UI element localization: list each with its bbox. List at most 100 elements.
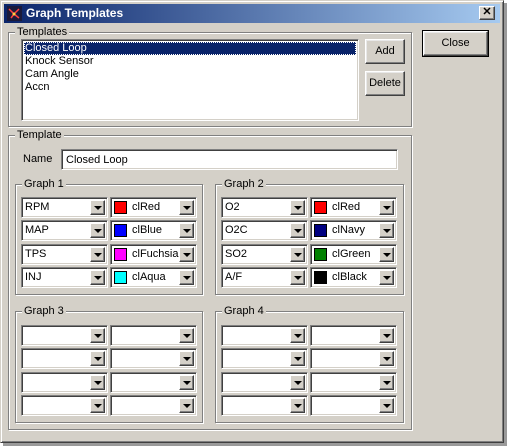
color-value: clBlack — [332, 271, 367, 283]
chevron-down-icon[interactable] — [90, 200, 105, 215]
graph-templates-dialog: Graph Templates ✕ Templates Closed Loop … — [0, 0, 504, 443]
param-value: INJ — [25, 271, 42, 283]
list-item[interactable]: Knock Sensor — [24, 55, 356, 68]
chevron-down-icon[interactable] — [290, 270, 305, 285]
graph-1-param-select[interactable]: RPM — [21, 197, 108, 218]
graph-3-color-select[interactable] — [110, 348, 197, 369]
param-value: A/F — [225, 271, 243, 283]
graph-3-param-select[interactable] — [21, 325, 108, 346]
chevron-down-icon[interactable] — [379, 328, 394, 343]
chevron-down-icon[interactable] — [379, 270, 394, 285]
graph-1-color-select[interactable]: clBlue — [110, 220, 197, 241]
graph-4-label: Graph 4 — [222, 304, 266, 318]
chevron-down-icon[interactable] — [90, 270, 105, 285]
color-swatch — [314, 248, 327, 261]
color-value: clFuchsia — [132, 248, 179, 260]
graph-1-label: Graph 1 — [22, 177, 66, 191]
list-item[interactable]: Closed Loop — [24, 42, 356, 55]
chevron-down-icon[interactable] — [90, 247, 105, 262]
color-swatch — [114, 201, 127, 214]
graph-3-color-select[interactable] — [110, 395, 197, 416]
chevron-down-icon[interactable] — [90, 328, 105, 343]
chevron-down-icon[interactable] — [90, 351, 105, 366]
chevron-down-icon[interactable] — [179, 375, 194, 390]
chevron-down-icon[interactable] — [379, 223, 394, 238]
graph-3-param-select[interactable] — [21, 395, 108, 416]
chevron-down-icon[interactable] — [290, 351, 305, 366]
chevron-down-icon[interactable] — [179, 270, 194, 285]
color-swatch — [314, 224, 327, 237]
chevron-down-icon[interactable] — [290, 200, 305, 215]
graph-3-color-select[interactable] — [110, 372, 197, 393]
graph-3-param-select[interactable] — [21, 348, 108, 369]
name-input-value: Closed Loop — [66, 154, 128, 166]
chevron-down-icon[interactable] — [90, 398, 105, 413]
chevron-down-icon[interactable] — [379, 375, 394, 390]
graph-1-color-select[interactable]: clAqua — [110, 267, 197, 288]
graph-1-param-select[interactable]: TPS — [21, 244, 108, 265]
graph-2-color-select[interactable]: clBlack — [310, 267, 397, 288]
close-button[interactable]: Close — [422, 30, 489, 57]
list-item[interactable]: Accn — [24, 81, 356, 94]
graph-4-color-select[interactable] — [310, 372, 397, 393]
name-input[interactable]: Closed Loop — [61, 149, 398, 170]
graph-1-param-select[interactable]: MAP — [21, 220, 108, 241]
chevron-down-icon[interactable] — [179, 351, 194, 366]
graph-2-color-select[interactable]: clNavy — [310, 220, 397, 241]
add-button-label: Add — [375, 45, 395, 57]
add-button[interactable]: Add — [365, 39, 405, 64]
delete-button[interactable]: Delete — [365, 71, 405, 96]
title-close-button[interactable]: ✕ — [479, 6, 495, 20]
chevron-down-icon[interactable] — [290, 247, 305, 262]
param-value: O2C — [225, 224, 248, 236]
color-swatch — [114, 271, 127, 284]
name-label: Name — [23, 153, 53, 165]
chevron-down-icon[interactable] — [379, 200, 394, 215]
templates-group-label: Templates — [15, 25, 70, 39]
delete-button-label: Delete — [369, 77, 401, 89]
graph-4-param-select[interactable] — [221, 395, 308, 416]
chevron-down-icon[interactable] — [90, 375, 105, 390]
color-value: clGreen — [332, 248, 371, 260]
graph-2-param-select[interactable]: A/F — [221, 267, 308, 288]
graph-1-color-select[interactable]: clFuchsia — [110, 244, 197, 265]
title-bar[interactable]: Graph Templates ✕ — [4, 4, 500, 23]
color-value: clRed — [132, 201, 161, 213]
graph-3-param-select[interactable] — [21, 372, 108, 393]
graph-2-param-select[interactable]: O2 — [221, 197, 308, 218]
graph-1-color-select[interactable]: clRed — [110, 197, 197, 218]
param-value: MAP — [25, 224, 49, 236]
chevron-down-icon[interactable] — [90, 223, 105, 238]
chevron-down-icon[interactable] — [290, 375, 305, 390]
graph-4-param-select[interactable] — [221, 372, 308, 393]
chevron-down-icon[interactable] — [290, 398, 305, 413]
param-value: RPM — [25, 201, 50, 213]
graph-2-param-select[interactable]: SO2 — [221, 244, 308, 265]
graph-4-color-select[interactable] — [310, 348, 397, 369]
chevron-down-icon[interactable] — [179, 223, 194, 238]
color-swatch — [314, 201, 327, 214]
graph-2-color-select[interactable]: clGreen — [310, 244, 397, 265]
chevron-down-icon[interactable] — [379, 351, 394, 366]
chevron-down-icon[interactable] — [179, 398, 194, 413]
chevron-down-icon[interactable] — [379, 398, 394, 413]
list-item[interactable]: Cam Angle — [24, 68, 356, 81]
chevron-down-icon[interactable] — [179, 247, 194, 262]
graph-4-param-select[interactable] — [221, 325, 308, 346]
param-value: O2 — [225, 201, 240, 213]
param-value: SO2 — [225, 248, 248, 260]
chevron-down-icon[interactable] — [290, 328, 305, 343]
graph-4-param-select[interactable] — [221, 348, 308, 369]
graph-4-color-select[interactable] — [310, 395, 397, 416]
chevron-down-icon[interactable] — [290, 223, 305, 238]
templates-listbox[interactable]: Closed Loop Knock Sensor Cam Angle Accn — [21, 39, 359, 121]
chevron-down-icon[interactable] — [179, 200, 194, 215]
chevron-down-icon[interactable] — [179, 328, 194, 343]
graph-4-color-select[interactable] — [310, 325, 397, 346]
graph-1-param-select[interactable]: INJ — [21, 267, 108, 288]
graph-2-color-select[interactable]: clRed — [310, 197, 397, 218]
chevron-down-icon[interactable] — [379, 247, 394, 262]
template-group-label: Template — [15, 128, 64, 142]
graph-3-color-select[interactable] — [110, 325, 197, 346]
graph-2-param-select[interactable]: O2C — [221, 220, 308, 241]
